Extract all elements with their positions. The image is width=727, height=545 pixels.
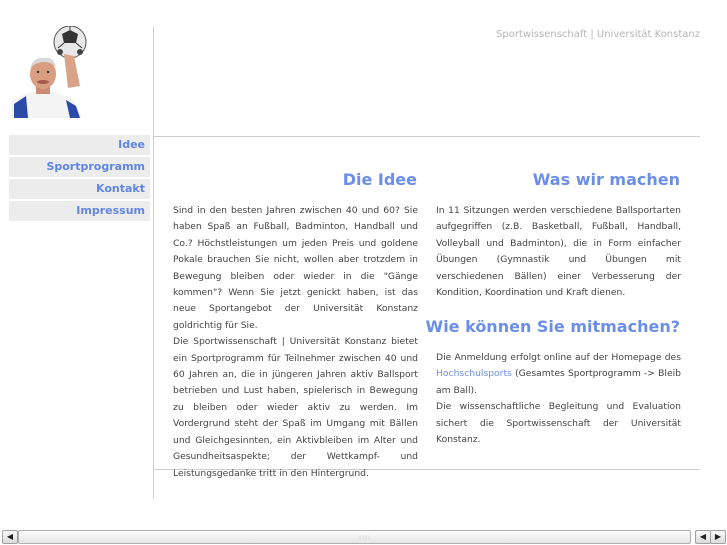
- scroll-track[interactable]: ::::: [18, 530, 691, 544]
- scroll-grip-icon[interactable]: ::::: [359, 534, 371, 541]
- was-column: In 11 Sitzungen werden verschiedene Ball…: [436, 203, 681, 301]
- nav-item-sportprogramm[interactable]: Sportprogramm: [9, 157, 150, 177]
- nav-item-impressum[interactable]: Impressum: [9, 201, 150, 221]
- scroll-right-icon[interactable]: ▶: [710, 530, 726, 544]
- scroll-left-icon[interactable]: ◀: [2, 530, 18, 544]
- vertical-divider: [153, 27, 154, 498]
- idee-column: Sind in den besten Jahren zwischen 40 un…: [173, 203, 418, 482]
- was-heading: Was wir machen: [532, 170, 680, 189]
- site-title: Sportwissenschaft | Universität Konstanz: [496, 29, 700, 40]
- top-divider: [154, 136, 700, 137]
- horizontal-scrollbar[interactable]: ◀ :::: ◀ ▶: [0, 529, 727, 545]
- wie-paragraph-2: Die wissenschaftliche Begleitung und Eva…: [436, 401, 681, 446]
- wie-paragraph-1: Die Anmeldung erfolgt online auf der Hom…: [436, 350, 681, 399]
- player-photo: [10, 26, 90, 118]
- nav-item-kontakt[interactable]: Kontakt: [9, 179, 150, 199]
- sidebar-nav: Idee Sportprogramm Kontakt Impressum: [9, 135, 150, 223]
- was-paragraph: In 11 Sitzungen werden verschiedene Ball…: [436, 205, 681, 299]
- scroll-left-icon-secondary[interactable]: ◀: [695, 530, 711, 544]
- hochschulsports-link[interactable]: Hochschulsports: [436, 368, 512, 379]
- idee-heading: Die Idee: [342, 170, 417, 189]
- wie-text-before: Die Anmeldung erfolgt online auf der Hom…: [436, 352, 681, 363]
- wie-heading: Wie können Sie mitmachen?: [425, 317, 680, 336]
- idee-paragraph-2: Die Sportwissenschaft | Universität Kons…: [173, 336, 418, 479]
- idee-paragraph-1: Sind in den besten Jahren zwischen 40 un…: [173, 205, 418, 331]
- nav-item-idee[interactable]: Idee: [9, 135, 150, 155]
- wie-column: Die Anmeldung erfolgt online auf der Hom…: [436, 350, 681, 448]
